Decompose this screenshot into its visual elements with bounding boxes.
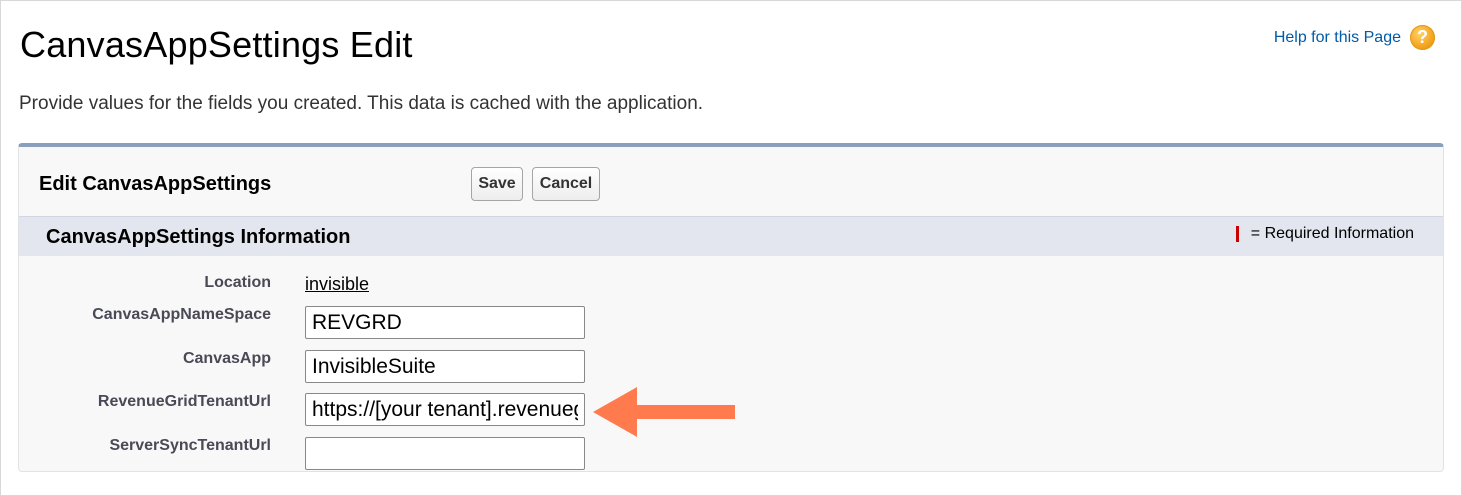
help-link[interactable]: Help for this Page — [1274, 29, 1401, 47]
location-label: Location — [204, 274, 271, 291]
edit-panel: Edit CanvasAppSettings Save Cancel Canva… — [18, 143, 1444, 472]
revenue-grid-tenant-url-label: RevenueGridTenantUrl — [97, 393, 271, 410]
revenue-grid-tenant-url-input[interactable] — [305, 393, 585, 426]
canvas-app-label: CanvasApp — [182, 350, 271, 367]
server-sync-tenant-url-label: ServerSyncTenantUrl — [109, 437, 271, 454]
server-sync-tenant-url-input[interactable] — [305, 437, 585, 470]
section-title: CanvasAppSettings Information — [46, 226, 351, 248]
canvas-app-input[interactable] — [305, 350, 585, 383]
location-value-link[interactable]: invisible — [305, 274, 369, 295]
left-arrow-icon — [593, 387, 735, 437]
required-indicator-icon — [1235, 226, 1239, 242]
question-mark-icon[interactable]: ? — [1410, 25, 1435, 50]
canvas-app-namespace-label: CanvasAppNameSpace — [92, 306, 271, 323]
section-header: CanvasAppSettings Information = Required… — [19, 216, 1443, 256]
canvas-app-namespace-input[interactable] — [305, 306, 585, 339]
cancel-button[interactable]: Cancel — [532, 167, 600, 201]
save-button[interactable]: Save — [471, 167, 523, 201]
page-description: Provide values for the fields you create… — [19, 93, 704, 114]
required-legend: = Required Information — [1235, 225, 1414, 243]
panel-title: Edit CanvasAppSettings — [39, 173, 272, 195]
help-area: Help for this Page ? — [1274, 25, 1435, 50]
page-title: CanvasAppSettings Edit — [20, 24, 413, 65]
required-legend-text: = Required Information — [1250, 225, 1414, 242]
